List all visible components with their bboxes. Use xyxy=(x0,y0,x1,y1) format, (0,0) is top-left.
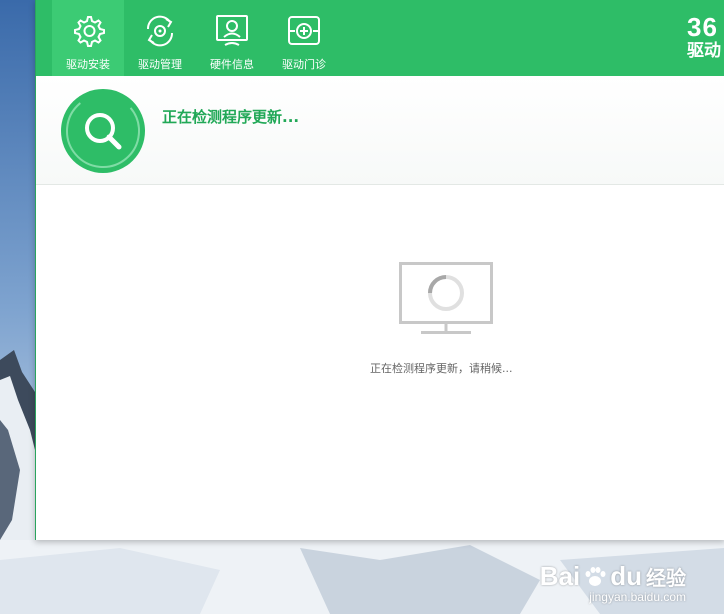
monitor-loading-icon xyxy=(399,262,493,334)
logo-number: 36 xyxy=(687,14,718,42)
main-nav: 驱动安装 驱动管理 硬件信息 驱动门诊 xyxy=(52,0,340,76)
watermark-suffix: du xyxy=(610,561,642,591)
tab-driver-manage[interactable]: 驱动管理 xyxy=(124,0,196,76)
app-logo: 36 驱动 xyxy=(687,14,724,70)
search-icon xyxy=(61,89,145,173)
status-title: 正在检测程序更新... xyxy=(162,108,300,126)
tab-driver-install[interactable]: 驱动安装 xyxy=(52,0,124,76)
baidu-watermark: Bai du 经验 jingyan.baidu.com xyxy=(540,561,686,604)
loading-text: 正在检测程序更新，请稍候... xyxy=(370,362,513,375)
status-panel: 正在检测程序更新... xyxy=(36,76,724,185)
content-area: 正在检测程序更新，请稍候... xyxy=(36,185,724,540)
watermark-cn: 经验 xyxy=(646,566,686,590)
watermark-url: jingyan.baidu.com xyxy=(589,590,686,604)
watermark-prefix: Bai xyxy=(539,561,581,591)
paw-icon xyxy=(585,566,606,586)
monitor-user-icon xyxy=(216,15,248,46)
tab-driver-clinic[interactable]: 驱动门诊 xyxy=(268,0,340,76)
tab-label: 驱动管理 xyxy=(138,58,182,71)
refresh-disc-icon xyxy=(146,15,174,47)
driver-manager-window: 驱动安装 驱动管理 硬件信息 驱动门诊 36 驱动 正在检测程序更新... 正在… xyxy=(35,0,724,540)
tab-hardware-info[interactable]: 硬件信息 xyxy=(196,0,268,76)
tab-label: 驱动安装 xyxy=(66,58,110,71)
first-aid-icon xyxy=(288,16,320,45)
gear-icon xyxy=(74,16,105,47)
top-toolbar: 驱动安装 驱动管理 硬件信息 驱动门诊 36 驱动 xyxy=(36,0,724,76)
logo-text: 驱动 xyxy=(687,41,721,61)
tab-label: 驱动门诊 xyxy=(282,58,326,71)
tab-label: 硬件信息 xyxy=(210,58,254,71)
